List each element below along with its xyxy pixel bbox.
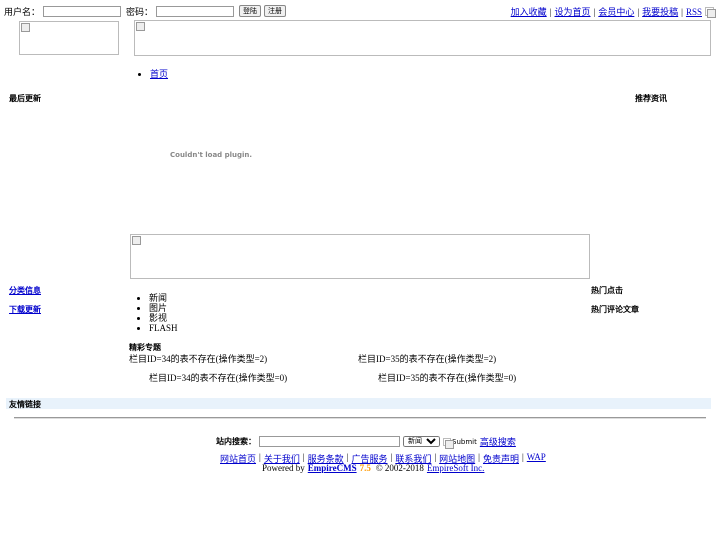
main-nav: 首页 [130,69,168,79]
footer-wap-link[interactable]: WAP [527,452,546,465]
advanced-search-link[interactable]: 高级搜索 [480,435,516,448]
error-col35-type2: 栏目ID=35的表不存在(操作类型=2) [358,354,497,364]
member-center-link[interactable]: 会员中心 [598,5,634,18]
powered-by-text: Powered by [262,463,305,473]
hot-comments-heading: 热门评论文章 [591,305,639,314]
nav-home-link[interactable]: 首页 [150,69,168,79]
login-bar: 用户名： 密码： 登陆 注册 [4,4,287,18]
error-col34-type2: 栏目ID=34的表不存在(操作类型=2) [129,354,268,364]
footer-disclaimer-link[interactable]: 免责声明 [483,452,519,465]
flash-plugin-area: Couldn't load plugin. [130,105,280,215]
top-links: 加入收藏 | 设为首页 | 会员中心 | 我要投稿 | RSS [511,5,716,18]
site-logo[interactable] [19,21,119,55]
add-favorite-link[interactable]: 加入收藏 [511,5,547,18]
error-col34-type0: 栏目ID=34的表不存在(操作类型=0) [149,373,288,383]
download-update-link[interactable]: 下载更新 [9,304,41,315]
nav-item-home: 首页 [150,69,168,79]
footer-home-link[interactable]: 网站首页 [220,452,256,465]
search-category-select[interactable]: 新闻 [403,436,440,447]
hot-clicks-heading: 热门点击 [591,286,623,295]
password-input[interactable] [156,5,235,17]
recommended-heading: 推荐资讯 [635,94,667,103]
site-search: 站内搜索： 新闻 Submit 高级搜索 [216,435,516,449]
powered-by-line: Powered by EmpireCMS 7.5 © 2002-2018 Emp… [262,463,484,473]
top-banner[interactable] [134,20,711,56]
search-label: 站内搜索： [216,437,256,446]
submit-icon [443,437,454,449]
copyright-text: © 2002-2018 [375,463,424,473]
list-item: 影视 [149,313,178,323]
search-input[interactable] [259,436,400,447]
login-button[interactable]: 登陆 [239,5,262,17]
password-label: 密码： [126,7,154,18]
empiresoft-link[interactable]: EmpireSoft Inc. [427,463,485,473]
rss-link[interactable]: RSS [686,7,702,17]
username-label: 用户名： [4,7,41,18]
middle-banner[interactable] [130,234,590,279]
submit-article-link[interactable]: 我要投稿 [642,5,678,18]
empirecms-link[interactable]: EmpireCMS [308,463,357,473]
friend-links-bar: 友情链接 [6,398,711,409]
list-item: 新闻 [149,293,178,303]
set-homepage-link[interactable]: 设为首页 [555,5,591,18]
latest-update-heading: 最后更新 [9,94,41,103]
category-info-link[interactable]: 分类信息 [9,285,41,296]
list-item: FLASH [149,323,178,333]
friend-links-heading: 友情链接 [9,400,41,409]
error-col35-type0: 栏目ID=35的表不存在(操作类型=0) [378,373,517,383]
list-item: 图片 [149,303,178,313]
plugin-message: Couldn't load plugin. [170,151,253,159]
version-text: 7.5 [359,463,371,473]
footer-divider [14,417,706,419]
category-list: 新闻 图片 影视 FLASH [129,293,178,333]
rss-icon[interactable] [705,7,716,18]
search-submit-button[interactable]: Submit [443,437,477,449]
register-button[interactable]: 注册 [264,5,287,17]
username-input[interactable] [43,5,122,17]
